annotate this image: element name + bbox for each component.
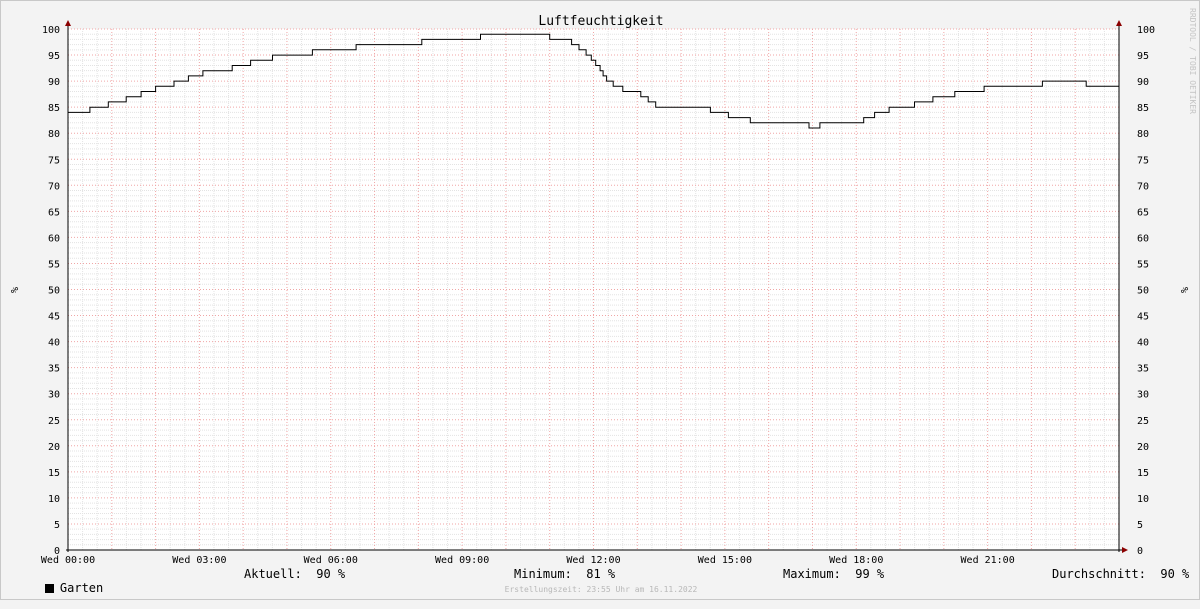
legend-minimum: Minimum: 81 %: [514, 567, 616, 581]
y-tick-label-left: 75: [48, 155, 60, 166]
x-tick-label: Wed 00:00: [41, 555, 95, 566]
y-tick-label-right: 10: [1137, 494, 1149, 505]
y-tick-label-left: 30: [48, 390, 60, 401]
y-tick-label-left: 85: [48, 103, 60, 114]
y-tick-label-right: 20: [1137, 442, 1149, 453]
chart-title: Luftfeuchtigkeit: [538, 14, 663, 29]
x-tick-label: Wed 06:00: [304, 555, 358, 566]
legend-current: Aktuell: 90 %: [244, 567, 346, 581]
legend-series: Garten: [16, 567, 103, 595]
y-tick-label-left: 10: [48, 494, 60, 505]
y-tick-label-left: 20: [48, 442, 60, 453]
y-tick-label-left: 5: [54, 520, 60, 531]
y-tick-label-left: 70: [48, 181, 60, 192]
y-tick-label-right: 85: [1137, 103, 1149, 114]
y-tick-label-right: 50: [1137, 286, 1149, 297]
y-tick-label-right: 30: [1137, 390, 1149, 401]
y-tick-label-left: 50: [48, 286, 60, 297]
footer-timestamp: Erstellungszeit: 23:55 Uhr am 16.11.2022: [504, 585, 698, 594]
x-axis-arrow: [1122, 547, 1128, 553]
y-tick-label-left: 60: [48, 233, 60, 244]
rrdtool-credit: RRDTOOL / TOBI OETIKER: [1188, 8, 1197, 114]
y-tick-label-right: 15: [1137, 468, 1149, 479]
y-tick-label-left: 35: [48, 364, 60, 375]
y-tick-label-right: 65: [1137, 207, 1149, 218]
x-tick-label: Wed 09:00: [435, 555, 489, 566]
x-tick-label: Wed 12:00: [566, 555, 620, 566]
y-tick-label-left: 55: [48, 259, 60, 270]
y-tick-label-left: 90: [48, 77, 60, 88]
y-tick-label-left: 100: [42, 25, 60, 36]
y-tick-label-right: 45: [1137, 312, 1149, 323]
y-tick-label-right: 0: [1137, 546, 1143, 557]
y-tick-label-right: 100: [1137, 25, 1155, 36]
y-tick-label-right: 25: [1137, 416, 1149, 427]
y-tick-label-right: 40: [1137, 338, 1149, 349]
y-tick-label-right: 35: [1137, 364, 1149, 375]
y-tick-label-left: 65: [48, 207, 60, 218]
y-tick-label-right: 75: [1137, 155, 1149, 166]
legend-average: Durchschnitt: 90 %: [1052, 567, 1190, 581]
x-tick-label: Wed 15:00: [698, 555, 752, 566]
y-axis-unit-left: %: [8, 287, 19, 293]
x-tick-label: Wed 18:00: [829, 555, 883, 566]
x-tick-label: Wed 21:00: [961, 555, 1015, 566]
y-tick-label-left: 25: [48, 416, 60, 427]
y-tick-label-left: 80: [48, 129, 60, 140]
y-tick-label-right: 55: [1137, 259, 1149, 270]
y-tick-label-right: 60: [1137, 233, 1149, 244]
y-tick-label-right: 5: [1137, 520, 1143, 531]
graph-frame: 0 0 5 5 10 10 15 15 20 20 25 25 30 30 35 35 40 40 45 45 50 50…: [0, 0, 1200, 600]
y-tick-label-right: 80: [1137, 129, 1149, 140]
x-tick-label: Wed 03:00: [172, 555, 226, 566]
legend-maximum: Maximum: 99 %: [783, 567, 885, 581]
y-tick-label-left: 15: [48, 468, 60, 479]
y-axis-arrow-left: [65, 20, 71, 26]
y-tick-label-left: 40: [48, 338, 60, 349]
humidity-chart: 0 05 510 1015 1520 2025 2530 3035 3540 4045 4550 50…: [8, 8, 1197, 566]
y-tick-label-right: 70: [1137, 181, 1149, 192]
y-axis-unit-right: %: [1178, 287, 1189, 293]
y-tick-label-left: 95: [48, 51, 60, 62]
y-tick-label-right: 95: [1137, 51, 1149, 62]
y-tick-label-right: 90: [1137, 77, 1149, 88]
y-tick-label-left: 45: [48, 312, 60, 323]
y-axis-arrow-right: [1116, 20, 1122, 26]
